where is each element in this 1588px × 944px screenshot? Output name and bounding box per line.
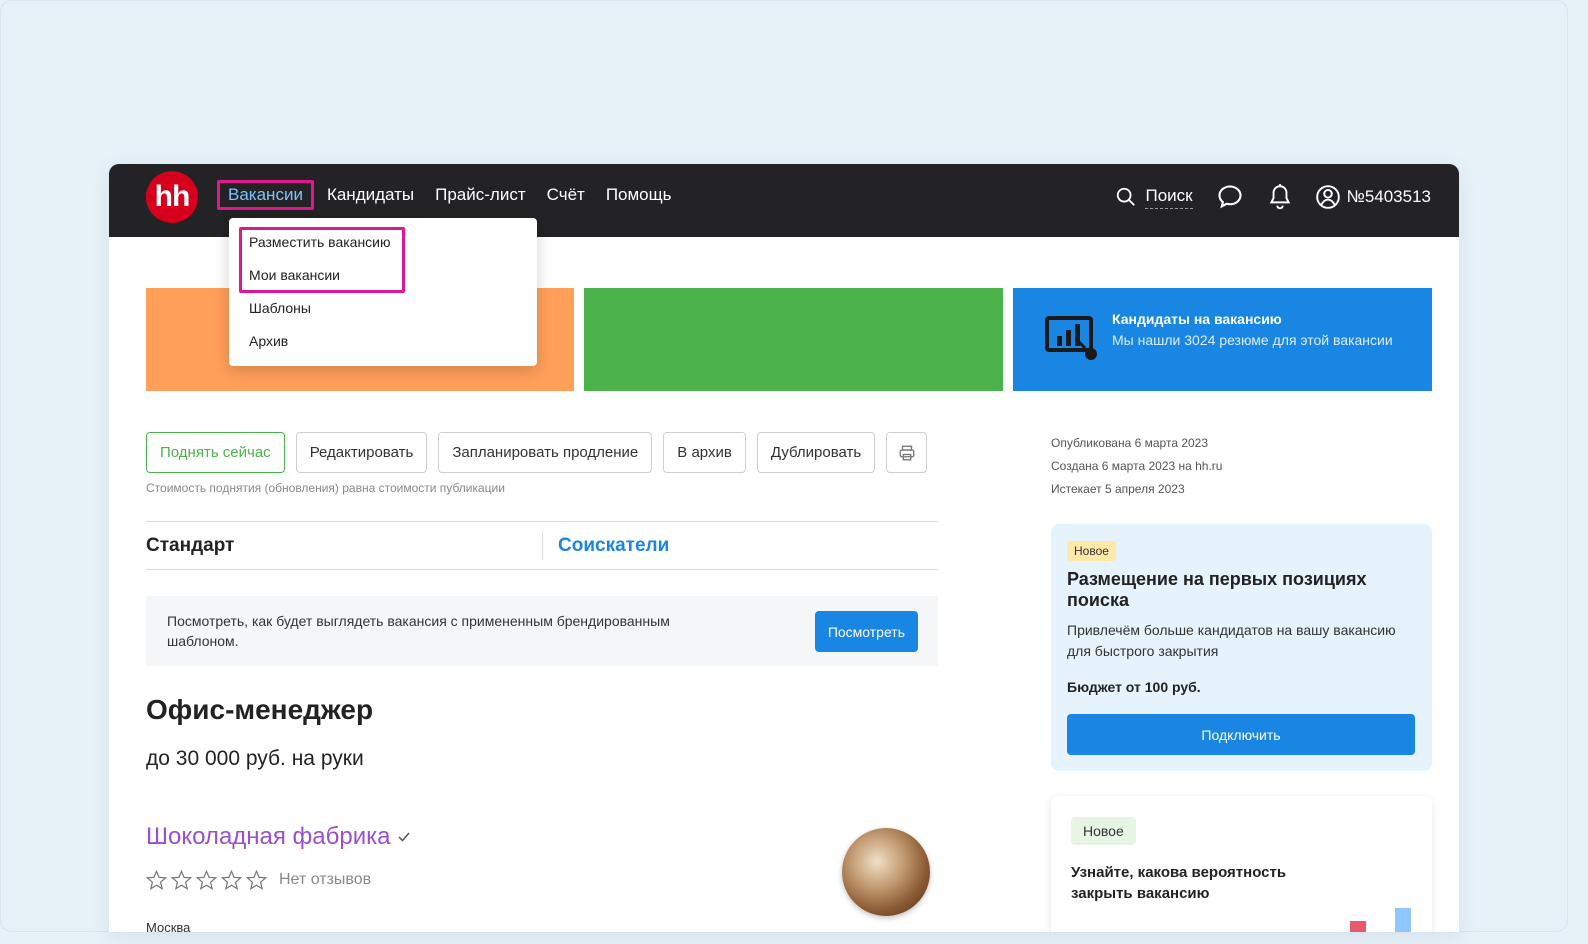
account-menu[interactable]: №5403513	[1315, 184, 1431, 210]
banner-text: Мы нашли 3024 резюме для этой вакансии	[1112, 332, 1393, 348]
branded-template-preview: Посмотреть, как будет выглядеть вакансия…	[146, 596, 938, 666]
promo-top-positions: Новое Размещение на первых позициях поис…	[1051, 524, 1432, 771]
tab-applicants[interactable]: Соискатели	[558, 535, 669, 557]
search-icon	[1117, 187, 1136, 206]
company-name: Шоколадная фабрика	[146, 823, 391, 850]
nav-candidates[interactable]: Кандидаты	[317, 180, 424, 210]
new-badge: Новое	[1067, 541, 1116, 561]
nav-vacancies[interactable]: Вакансии	[217, 180, 314, 210]
new-badge: Новое	[1071, 817, 1136, 845]
header-search[interactable]: Поиск	[1115, 186, 1193, 209]
star-icon	[171, 870, 192, 890]
star-icon	[246, 870, 267, 890]
analytics-icon	[1045, 316, 1097, 360]
account-number: №5403513	[1346, 187, 1431, 206]
raise-cost-hint: Стоимость поднятия (обновления) равна ст…	[146, 481, 505, 495]
printer-icon	[899, 445, 915, 460]
promo2-title: Узнайте, какова вероятность закрыть вака…	[1071, 864, 1287, 902]
banner-title: Кандидаты на вакансию	[1112, 311, 1282, 327]
chat-icon	[1218, 185, 1242, 209]
chat-button[interactable]	[1215, 182, 1245, 212]
chart-bar-blue	[1395, 908, 1411, 932]
connect-button[interactable]: Подключить	[1067, 714, 1415, 755]
nav-help[interactable]: Помощь	[596, 180, 682, 210]
search-label: Поиск	[1145, 186, 1193, 209]
vacancy-title: Офис-менеджер	[146, 694, 374, 725]
published-date: Опубликована 6 марта 2023	[1051, 436, 1209, 450]
promo-close-probability[interactable]: Новое Узнайте, какова вероятность закрыт…	[1051, 796, 1432, 932]
main-nav: Вакансии Кандидаты Прайс-лист Счёт Помощ…	[217, 180, 682, 210]
promo-title: Размещение на первых позициях поиска	[1067, 569, 1367, 610]
schedule-renewal-button[interactable]: Запланировать продление	[438, 432, 653, 473]
menu-item-post-vacancy[interactable]: Разместить вакансию	[229, 226, 537, 259]
vacancy-tabs: Стандарт Соискатели	[146, 521, 938, 570]
company-logo[interactable]	[842, 828, 930, 916]
menu-item-my-vacancies[interactable]: Мои вакансии	[229, 259, 537, 292]
hh-logo[interactable]: hh	[146, 171, 198, 223]
print-button[interactable]	[886, 432, 928, 473]
nav-invoice[interactable]: Счёт	[537, 180, 595, 210]
bell-icon	[1269, 184, 1290, 210]
verified-check-icon	[398, 832, 410, 842]
notifications-button[interactable]	[1265, 182, 1295, 212]
user-icon	[1315, 185, 1340, 209]
company-rating: Нет отзывов	[146, 870, 371, 890]
vacancies-dropdown: Разместить вакансию Мои вакансии Шаблоны…	[229, 218, 537, 366]
created-date: Создана 6 марта 2023 на hh.ru	[1051, 459, 1223, 473]
duplicate-button[interactable]: Дублировать	[756, 432, 876, 473]
vacancy-salary: до 30 000 руб. на руки	[146, 747, 364, 770]
vacancy-actions: Поднять сейчас Редактировать Запланирова…	[146, 432, 938, 473]
banner-candidates[interactable]: Кандидаты на вакансию Мы нашли 3024 резю…	[1013, 288, 1432, 391]
raise-now-button[interactable]: Поднять сейчас	[146, 432, 285, 473]
promo-text: Привлечём больше кандидатов на вашу вака…	[1067, 622, 1396, 659]
header-right: Поиск №5403513	[1115, 182, 1431, 212]
tab-standard[interactable]: Стандарт	[146, 535, 234, 557]
menu-item-templates[interactable]: Шаблоны	[229, 292, 537, 325]
star-icon	[196, 870, 217, 890]
view-button[interactable]: Посмотреть	[814, 611, 918, 652]
company-link[interactable]: Шоколадная фабрика	[146, 823, 411, 851]
star-icon	[221, 870, 242, 890]
no-reviews-text[interactable]: Нет отзывов	[279, 871, 371, 889]
nav-price-list[interactable]: Прайс-лист	[425, 180, 536, 210]
chart-bar-red	[1350, 921, 1366, 932]
banner-green[interactable]	[584, 288, 1003, 391]
promo-budget: Бюджет от 100 руб.	[1067, 679, 1201, 695]
edit-button[interactable]: Редактировать	[295, 432, 428, 473]
tab-divider	[542, 532, 543, 560]
expires-date: Истекает 5 апреля 2023	[1051, 482, 1185, 496]
vacancy-city: Москва	[146, 920, 191, 932]
star-icon	[146, 870, 167, 890]
app-window: hh Вакансии Кандидаты Прайс-лист Счёт По…	[109, 164, 1459, 932]
archive-button[interactable]: В архив	[663, 432, 746, 473]
preview-text: Посмотреть, как будет выглядеть вакансия…	[167, 613, 670, 649]
menu-item-archive[interactable]: Архив	[229, 325, 537, 358]
vacancy-meta: Опубликована 6 марта 2023 Создана 6 март…	[1051, 432, 1222, 501]
